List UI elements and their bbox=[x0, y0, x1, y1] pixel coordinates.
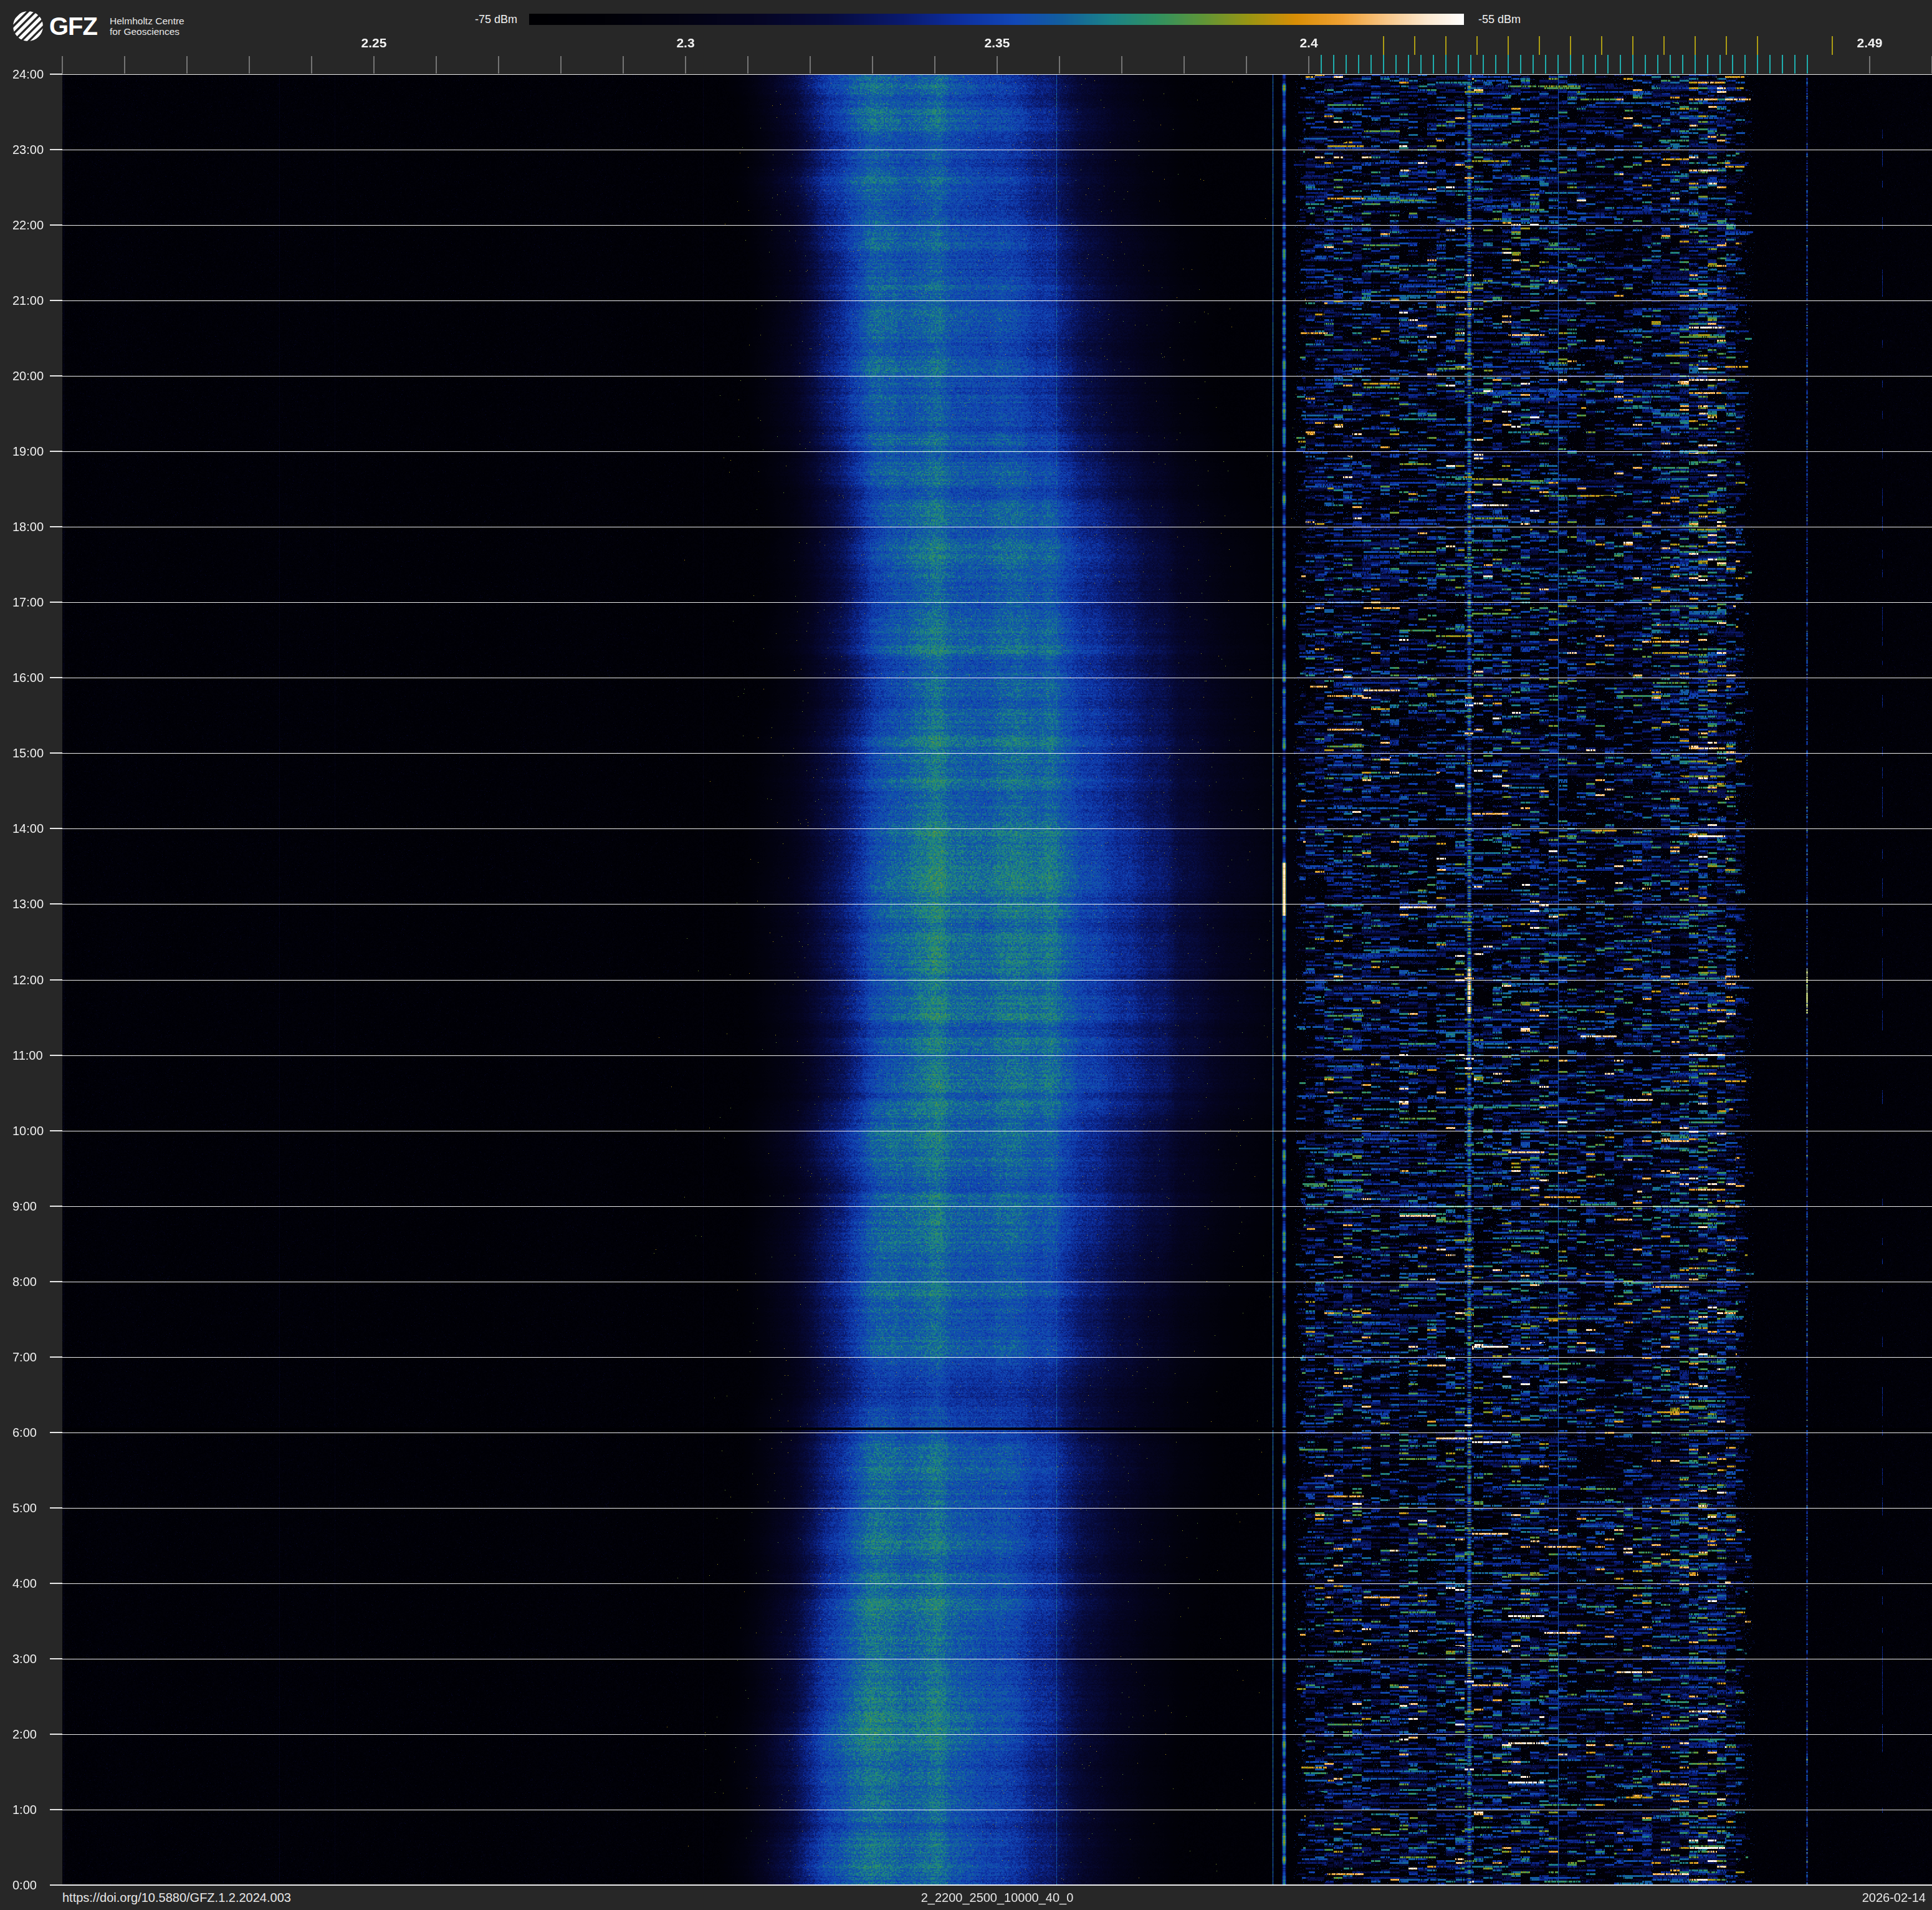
time-tick bbox=[50, 1356, 62, 1358]
footer-date: 2026-02-14 bbox=[1652, 1891, 1926, 1905]
time-tick bbox=[50, 752, 62, 754]
time-label-2200: 22:00 bbox=[12, 218, 44, 233]
time-tick bbox=[50, 1432, 62, 1433]
time-tick bbox=[50, 74, 62, 75]
freq-label-2.3: 2.3 bbox=[676, 36, 694, 50]
time-tick bbox=[50, 1281, 62, 1282]
spectrogram-viewer: GFZ Helmholtz Centre for Geosciences -75… bbox=[0, 0, 1932, 1910]
time-tick bbox=[50, 1809, 62, 1810]
colorbar bbox=[529, 14, 1464, 25]
time-tick bbox=[50, 1130, 62, 1131]
time-label-1100: 11:00 bbox=[12, 1048, 43, 1062]
time-label-2400: 24:00 bbox=[12, 67, 44, 82]
time-tick bbox=[50, 375, 62, 377]
time-label-2000: 20:00 bbox=[12, 369, 44, 383]
time-tick bbox=[50, 979, 62, 981]
colorbar-min-label: -75 dBm bbox=[0, 14, 517, 25]
time-label-500: 5:00 bbox=[12, 1500, 37, 1515]
colorbar-max-label: -55 dBm bbox=[1478, 14, 1521, 25]
time-label-400: 4:00 bbox=[12, 1576, 37, 1590]
freq-label-2.35: 2.35 bbox=[985, 36, 1010, 50]
time-tick bbox=[50, 1206, 62, 1207]
frequency-ruler bbox=[0, 34, 1932, 74]
time-label-700: 7:00 bbox=[12, 1350, 37, 1364]
time-tick bbox=[50, 1583, 62, 1584]
time-tick bbox=[50, 1507, 62, 1509]
freq-label-2.4: 2.4 bbox=[1299, 36, 1317, 50]
time-label-1300: 13:00 bbox=[12, 897, 44, 911]
time-tick bbox=[50, 300, 62, 301]
time-label-2100: 21:00 bbox=[12, 294, 44, 308]
time-tick bbox=[50, 828, 62, 829]
time-tick bbox=[50, 1658, 62, 1659]
time-label-1200: 12:00 bbox=[12, 972, 44, 987]
time-label-1900: 19:00 bbox=[12, 444, 44, 459]
time-tick bbox=[50, 451, 62, 452]
time-tick bbox=[50, 1884, 62, 1886]
time-label-1600: 16:00 bbox=[12, 671, 44, 685]
time-tick bbox=[50, 224, 62, 226]
time-label-2300: 23:00 bbox=[12, 143, 44, 157]
time-label-600: 6:00 bbox=[12, 1425, 37, 1439]
spectrogram-plot[interactable] bbox=[62, 74, 1932, 1886]
time-tick bbox=[50, 149, 62, 150]
time-tick bbox=[50, 1734, 62, 1735]
time-label-100: 1:00 bbox=[12, 1802, 37, 1816]
time-label-900: 9:00 bbox=[12, 1199, 37, 1213]
time-tick bbox=[50, 903, 62, 905]
time-label-1400: 14:00 bbox=[12, 822, 44, 836]
freq-label-2.49: 2.49 bbox=[1857, 36, 1883, 50]
time-tick bbox=[50, 677, 62, 678]
time-label-1500: 15:00 bbox=[12, 746, 44, 761]
time-label-800: 8:00 bbox=[12, 1274, 37, 1289]
time-label-1700: 17:00 bbox=[12, 595, 44, 610]
freq-label-2.25: 2.25 bbox=[361, 36, 387, 50]
time-label-1800: 18:00 bbox=[12, 520, 44, 534]
time-label-1000: 10:00 bbox=[12, 1123, 44, 1138]
time-label-300: 3:00 bbox=[12, 1651, 37, 1666]
time-label-200: 2:00 bbox=[12, 1727, 37, 1741]
time-tick bbox=[50, 526, 62, 527]
footer-filename: 2_2200_2500_10000_40_0 bbox=[0, 1891, 1932, 1905]
time-tick bbox=[50, 1055, 62, 1056]
time-tick bbox=[50, 602, 62, 603]
